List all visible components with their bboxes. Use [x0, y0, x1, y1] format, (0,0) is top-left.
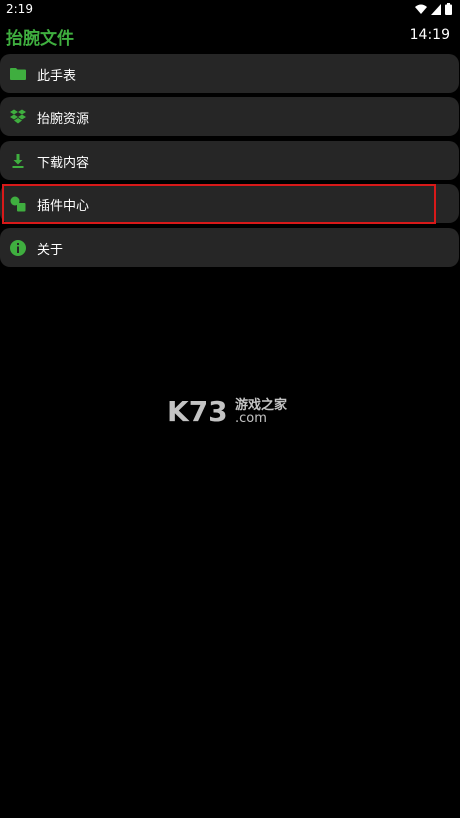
signal-icon [431, 3, 441, 15]
menu-item-this-watch[interactable]: 此手表 [0, 54, 459, 93]
menu-item-label: 插件中心 [37, 199, 90, 214]
menu-item-label: 抬腕资源 [37, 112, 90, 127]
app-header: 抬腕文件 14:19 [0, 22, 460, 52]
clock: 14:19 [409, 27, 450, 43]
menu-item-label: 关于 [37, 243, 64, 258]
watermark-brand: K73 [167, 395, 228, 428]
battery-icon [445, 3, 452, 15]
download-icon [9, 152, 27, 170]
menu-item-resources[interactable]: 抬腕资源 [0, 97, 459, 136]
folder-icon [9, 65, 27, 83]
menu-item-label: 此手表 [37, 69, 77, 84]
watermark-logo: K73 游戏之家 .com [167, 394, 297, 428]
watermark-domain: .com [235, 411, 267, 426]
plugin-icon [9, 195, 27, 213]
menu-item-about[interactable]: 关于 [0, 228, 459, 267]
info-icon [9, 239, 27, 257]
wifi-icon [415, 4, 427, 14]
menu-item-downloads[interactable]: 下载内容 [0, 141, 459, 180]
status-bar: 2:19 [0, 0, 460, 20]
status-icons [415, 3, 452, 15]
dropbox-icon [9, 108, 27, 126]
menu-item-plugin-center[interactable]: 插件中心 [0, 184, 459, 223]
menu-item-label: 下载内容 [37, 156, 90, 171]
status-time: 2:19 [6, 2, 33, 16]
app-title: 抬腕文件 [6, 29, 74, 49]
